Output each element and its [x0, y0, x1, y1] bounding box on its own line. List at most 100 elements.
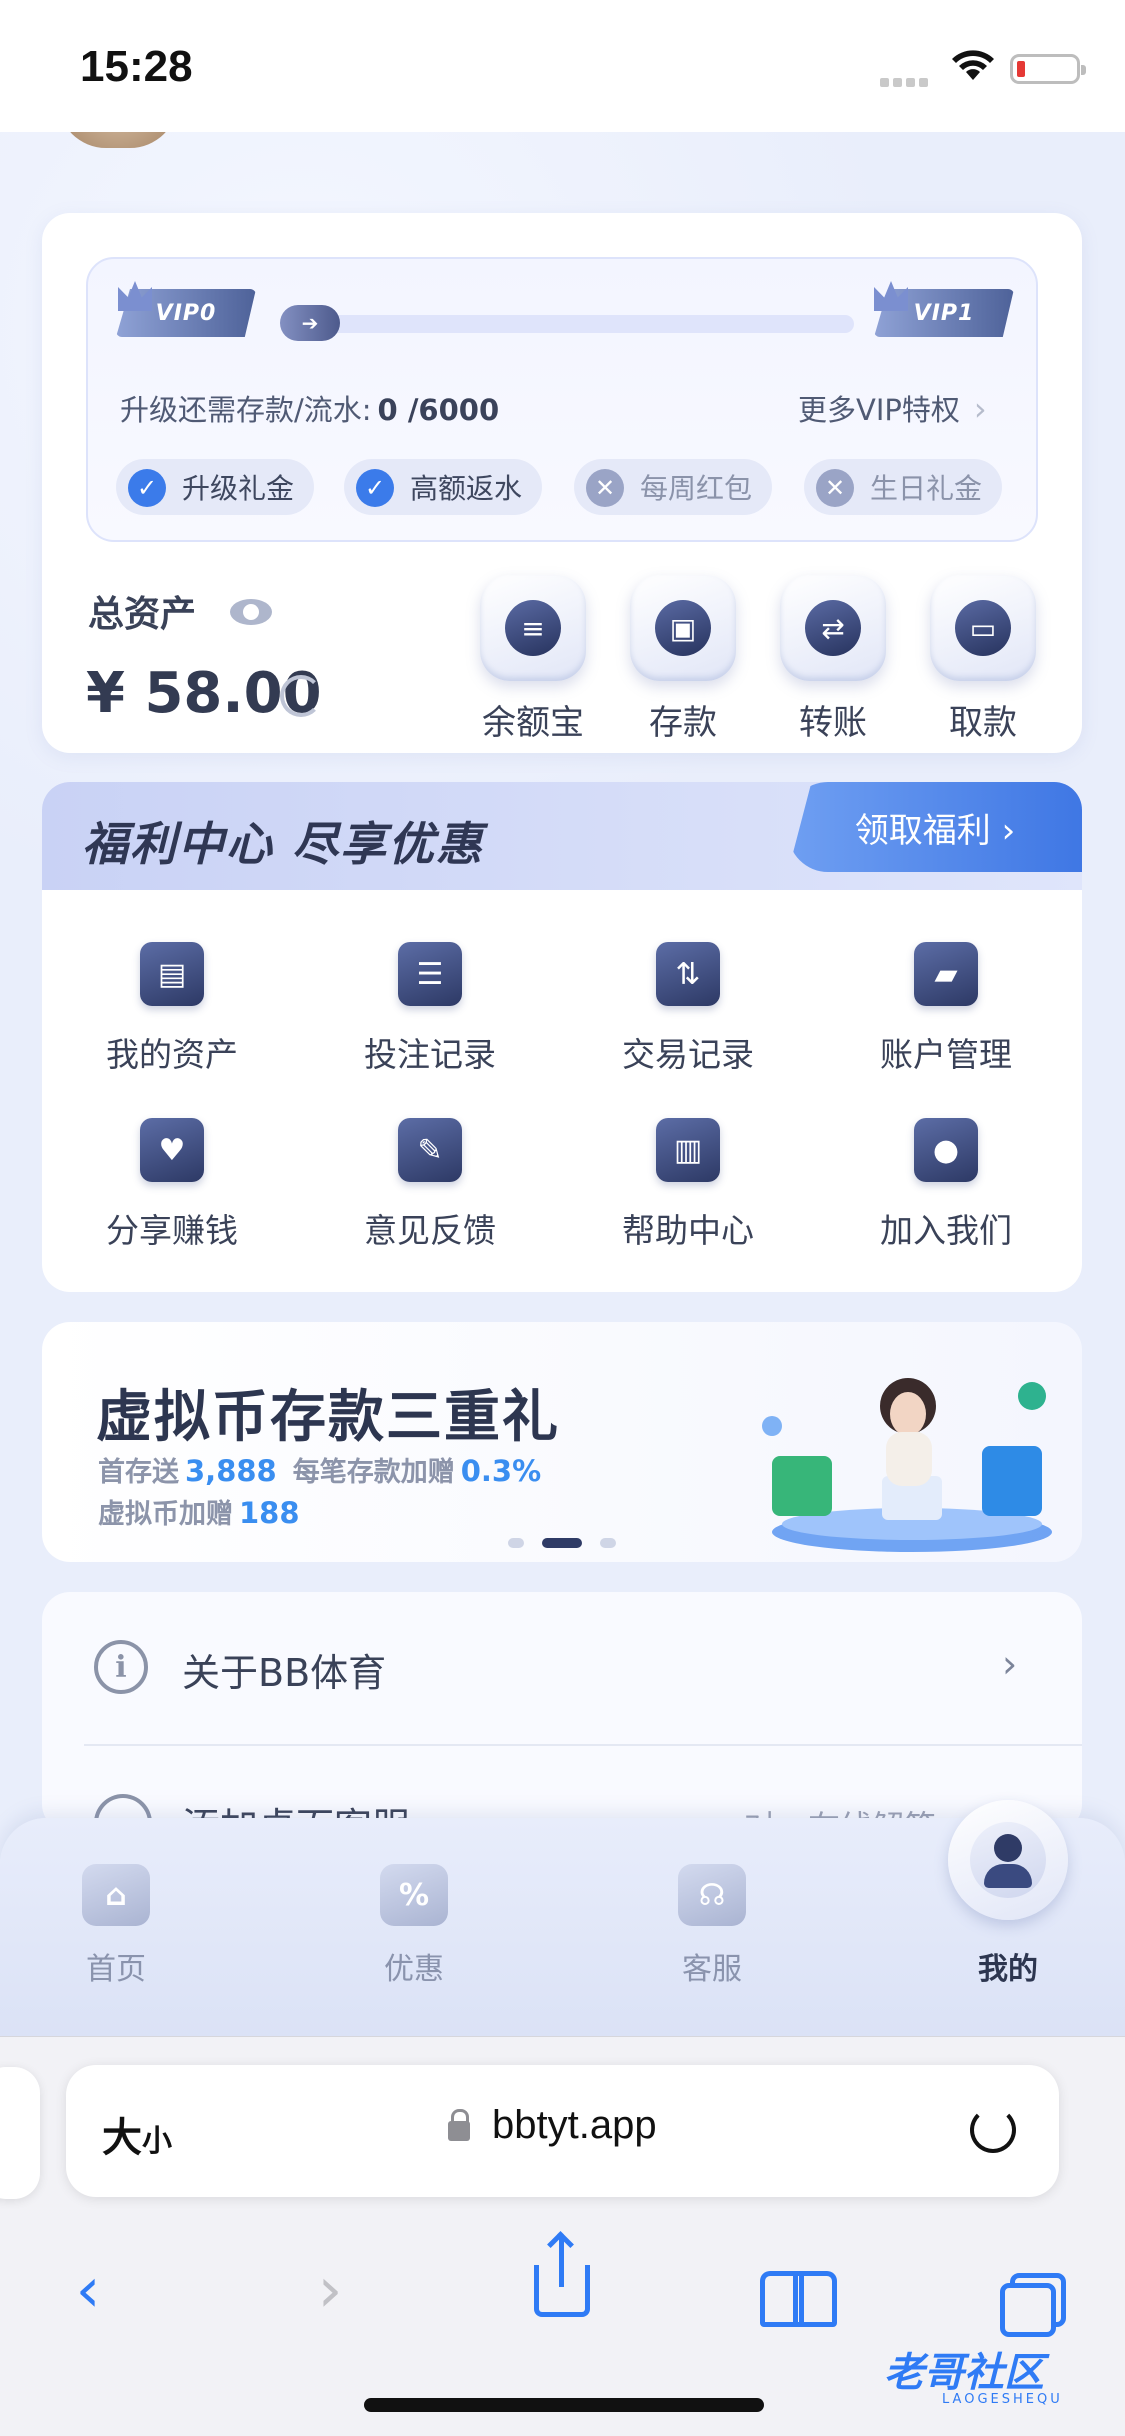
- withdraw-button[interactable]: ▭ 取款: [928, 575, 1038, 744]
- share-icon[interactable]: [534, 2237, 590, 2317]
- deposit-button[interactable]: ▣ 存款: [628, 575, 738, 744]
- perk-status-icon: ✕: [586, 469, 624, 507]
- menu-share-earn[interactable]: ♥ 分享赚钱: [52, 1118, 292, 1252]
- info-icon: i: [94, 1640, 148, 1694]
- vip-progress-box[interactable]: VIP0 ➔ VIP1 升级还需存款/流水: 0 /6000 更多VIP特权 › ✓…: [86, 257, 1038, 542]
- promo-text: 虚拟币加赠: [98, 1499, 233, 1530]
- previous-tab-peek[interactable]: [0, 2067, 40, 2199]
- tab-promotions[interactable]: % 优惠: [334, 1864, 494, 1988]
- back-button[interactable]: ‹: [48, 2249, 128, 2329]
- promo-title: 虚拟币存款三重礼: [96, 1385, 560, 1450]
- transfer-button[interactable]: ⇄ 转账: [778, 575, 888, 744]
- menu-my-assets[interactable]: ▤ 我的资产: [52, 942, 292, 1076]
- menu-feedback[interactable]: ✎ 意见反馈: [310, 1118, 550, 1252]
- forward-button[interactable]: ›: [290, 2249, 370, 2329]
- tab-label: 客服: [682, 1952, 742, 1987]
- carousel-dot[interactable]: [508, 1537, 524, 1548]
- about-row[interactable]: i 关于BB体育 ›: [42, 1592, 1082, 1746]
- tab-label: 我的: [978, 1952, 1038, 1987]
- vip-requirement: 升级还需存款/流水: 0 /6000: [120, 387, 499, 429]
- perk-status-icon: ✓: [356, 469, 394, 507]
- text-size-large: 大: [102, 2116, 142, 2160]
- status-bar: 15:28: [0, 0, 1125, 132]
- promo-highlight: 3,888: [185, 1454, 277, 1488]
- promo-text: 每笔存款加赠: [292, 1457, 455, 1488]
- menu-bet-records[interactable]: ☰ 投注记录: [310, 942, 550, 1076]
- benefit-title: 福利中心 尽享优惠: [82, 817, 485, 871]
- asset-card: VIP0 ➔ VIP1 升级还需存款/流水: 0 /6000 更多VIP特权 › ✓…: [42, 213, 1082, 753]
- tab-label: 优惠: [384, 1952, 444, 1987]
- promo-highlight: 0.3%: [460, 1454, 542, 1488]
- menu-join-us[interactable]: ● 加入我们: [826, 1118, 1066, 1252]
- bookmarks-icon[interactable]: [760, 2271, 837, 2327]
- wallet-icon: ▣: [655, 600, 711, 656]
- menu-help-center[interactable]: ▥ 帮助中心: [568, 1118, 808, 1252]
- menu-label: 意见反馈: [364, 1211, 496, 1250]
- watermark-logo: 老哥社区: [884, 2350, 1044, 2396]
- perk-label: 每周红包: [640, 472, 753, 505]
- perk-label: 高额返水: [410, 472, 523, 505]
- promo-line-1: 首存送 3,888 每笔存款加赠 0.3%: [98, 1450, 557, 1489]
- card-icon: ▭: [955, 600, 1011, 656]
- text-size-button[interactable]: 大小: [102, 2105, 172, 2163]
- yuebao-button[interactable]: ≡ 余额宝: [478, 575, 588, 744]
- runner-icon: ➔: [280, 305, 340, 341]
- lock-icon: [448, 2109, 470, 2141]
- book-icon: ▥: [656, 1118, 720, 1182]
- user-icon[interactable]: [948, 1800, 1068, 1920]
- quick-action-icon: ≡: [480, 575, 586, 681]
- perk-weekly-redpacket: ✕ 每周红包: [574, 459, 773, 515]
- handshake-icon: ♥: [140, 1118, 204, 1182]
- menu-label: 我的资产: [106, 1035, 238, 1074]
- home-indicator: [364, 2398, 764, 2412]
- vip-requirement-value: 0 /6000: [377, 393, 500, 427]
- perk-birthday-bonus: ✕ 生日礼金: [804, 459, 1003, 515]
- reload-icon[interactable]: [970, 2107, 1016, 2153]
- folder-icon: ▰: [914, 942, 978, 1006]
- perk-label: 生日礼金: [870, 472, 983, 505]
- benefit-header: 福利中心 尽享优惠 领取福利 ›: [42, 782, 1082, 890]
- claim-benefit-button[interactable]: 领取福利 ›: [788, 782, 1082, 872]
- coin-stack-icon: ≡: [505, 600, 561, 656]
- menu-label: 帮助中心: [622, 1211, 754, 1250]
- about-label: 关于BB体育: [182, 1651, 387, 1695]
- document-icon: ☰: [398, 942, 462, 1006]
- quick-action-label: 余额宝: [482, 703, 584, 743]
- quick-action-label: 转账: [799, 703, 867, 743]
- vip-more-label: 更多VIP特权: [798, 393, 960, 427]
- menu-label: 账户管理: [880, 1035, 1012, 1074]
- promo-illustration: [762, 1378, 1052, 1552]
- transfer-icon: ⇄: [805, 600, 861, 656]
- tabs-icon[interactable]: [1000, 2273, 1066, 2337]
- menu-transaction-records[interactable]: ⇅ 交易记录: [568, 942, 808, 1076]
- address-bar[interactable]: 大小 bbtyt.app: [66, 2065, 1059, 2197]
- perk-label: 升级礼金: [182, 472, 295, 505]
- promo-line-2: 虚拟币加赠 188: [98, 1492, 316, 1531]
- vip-requirement-label: 升级还需存款/流水:: [120, 393, 372, 427]
- battery-icon: [1010, 54, 1086, 84]
- total-assets-label: 总资产: [88, 594, 197, 635]
- carousel-indicator: [508, 1532, 634, 1551]
- tab-customer-service[interactable]: ☊ 客服: [632, 1864, 792, 1988]
- menu-account-management[interactable]: ▰ 账户管理: [826, 942, 1066, 1076]
- users-icon: ●: [914, 1118, 978, 1182]
- promo-text: 首存送: [98, 1457, 179, 1488]
- refresh-icon[interactable]: [280, 675, 322, 717]
- promo-banner[interactable]: 虚拟币存款三重礼 首存送 3,888 每笔存款加赠 0.3% 虚拟币加赠 188: [42, 1322, 1082, 1562]
- carousel-dot[interactable]: [542, 1537, 582, 1548]
- perk-status-icon: ✓: [128, 469, 166, 507]
- tab-home[interactable]: ⌂ 首页: [36, 1864, 196, 1988]
- crown-icon: [874, 281, 908, 311]
- perk-upgrade-bonus: ✓ 升级礼金: [116, 459, 315, 515]
- quick-action-icon: ▣: [630, 575, 736, 681]
- user-icon-body: [984, 1864, 1032, 1888]
- headset-icon: ☊: [678, 1864, 746, 1926]
- url-text: bbtyt.app: [492, 2103, 657, 2147]
- settings-list: i 关于BB体育 › 添加桌面客服 一对一在线解答: [42, 1592, 1082, 1832]
- eye-icon[interactable]: [230, 599, 272, 625]
- promo-highlight: 188: [239, 1496, 300, 1530]
- quick-action-icon: ⇄: [780, 575, 886, 681]
- vip-more-link[interactable]: 更多VIP特权 ›: [798, 387, 987, 429]
- coupon-icon: %: [380, 1864, 448, 1926]
- carousel-dot[interactable]: [600, 1537, 616, 1548]
